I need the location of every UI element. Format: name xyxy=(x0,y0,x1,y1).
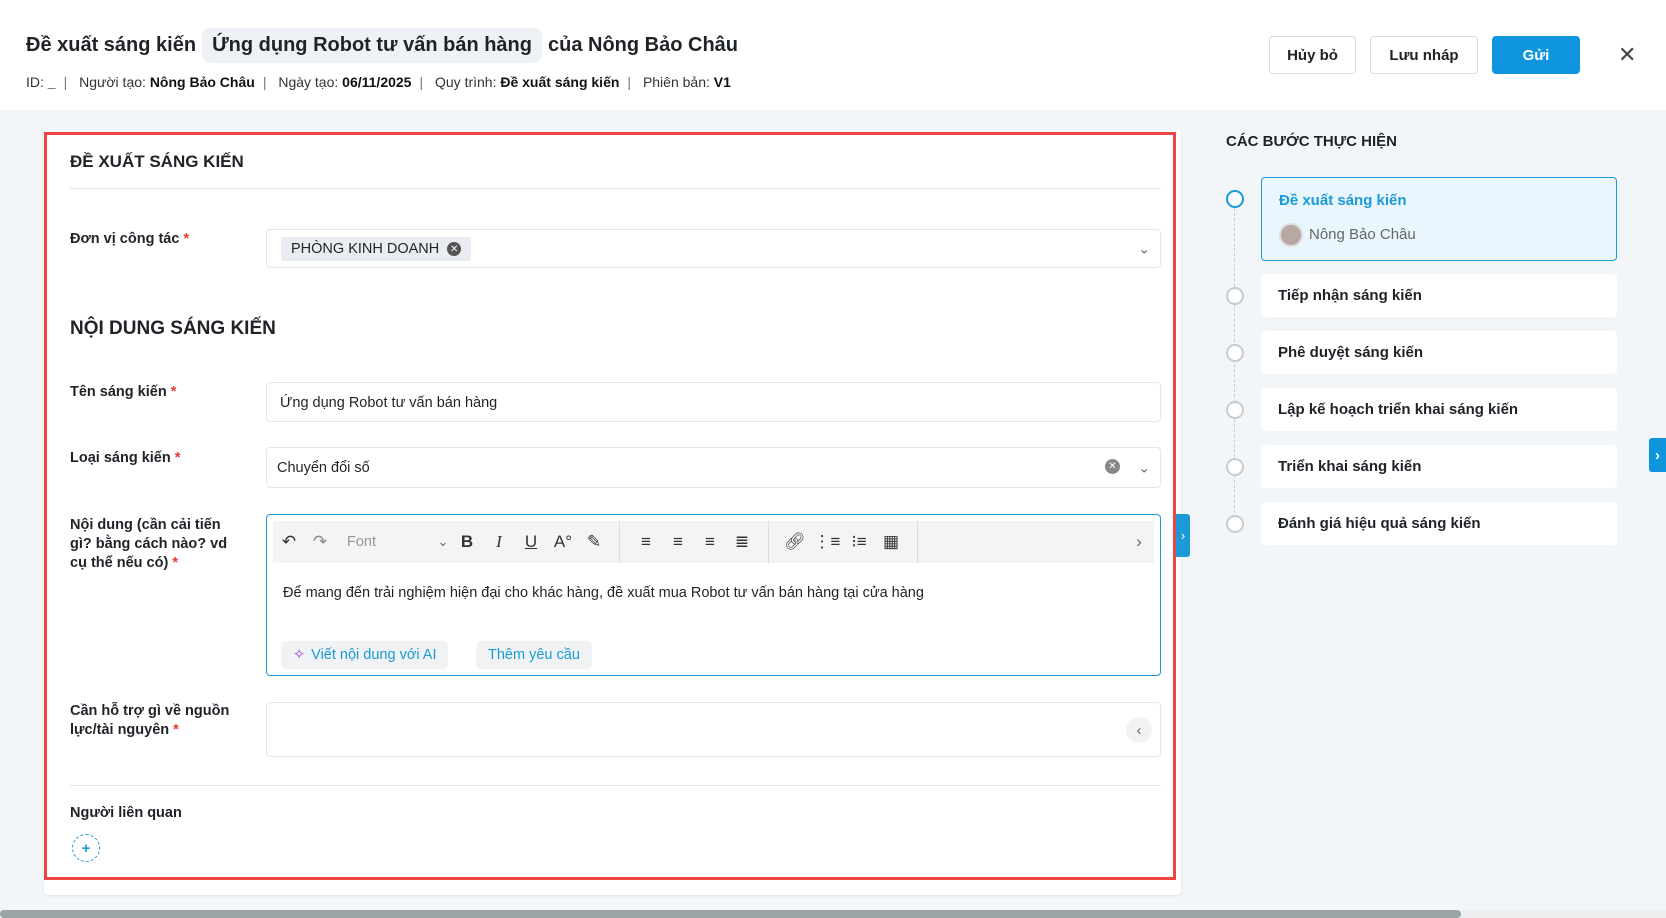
chevron-down-icon[interactable]: ⌄ xyxy=(435,534,451,550)
bold-icon[interactable]: B xyxy=(451,532,483,552)
name-input[interactable]: Ứng dụng Robot tư vấn bán hàng xyxy=(266,382,1161,422)
page-title: Đề xuất sáng kiến Ứng dụng Robot tư vấn … xyxy=(26,28,738,63)
ai-write-button[interactable]: ✧ Viết nội dung với AI xyxy=(281,641,449,669)
related-people-label: Người liên quan xyxy=(70,805,182,821)
content-editor[interactable]: ↶ ↷ Font ⌄ B I U A° ✎ ≡ ≡ ≡ ≣ 🔗︎ ⋮≡ ⁝≡ ▦… xyxy=(266,514,1161,676)
step-circle xyxy=(1226,401,1244,419)
name-label: Tên sáng kiến * xyxy=(70,384,177,400)
bullet-list-icon[interactable]: ⁝≡ xyxy=(843,532,875,552)
remove-tag-icon[interactable]: ✕ xyxy=(447,242,462,256)
undo-icon[interactable]: ↶ xyxy=(273,532,305,552)
title-prefix: Đề xuất sáng kiến xyxy=(26,34,197,56)
unit-tag: PHÒNG KINH DOANH ✕ xyxy=(281,237,472,261)
underline-icon[interactable]: U xyxy=(515,532,547,552)
unit-label: Đơn vị công tác * xyxy=(70,231,190,247)
save-draft-button[interactable]: Lưu nháp xyxy=(1370,36,1478,74)
step-item[interactable]: Tiếp nhận sáng kiến xyxy=(1261,274,1617,317)
resource-editor[interactable]: ‹ xyxy=(266,702,1161,757)
font-size-icon[interactable]: A° xyxy=(547,532,579,552)
initiative-name-chip: Ứng dụng Robot tư vấn bán hàng xyxy=(202,28,542,63)
step-item-active[interactable]: Đề xuất sáng kiến Nông Bảo Châu xyxy=(1261,177,1617,261)
date-label: Ngày tạo: xyxy=(278,74,339,90)
avatar xyxy=(1279,222,1303,247)
expand-panel-button[interactable]: › xyxy=(1649,438,1666,472)
add-request-button[interactable]: Thêm yêu cầu xyxy=(476,641,592,669)
version-value: V1 xyxy=(713,74,731,90)
type-label: Loại sáng kiến * xyxy=(70,450,181,466)
step-circle xyxy=(1226,344,1244,362)
unit-select[interactable]: PHÒNG KINH DOANH ✕ ⌄ xyxy=(266,229,1161,268)
align-left-icon[interactable]: ≡ xyxy=(630,532,662,552)
section-title-proposal: ĐỀ XUẤT SÁNG KIẾN xyxy=(70,152,244,171)
date-value: 06/11/2025 xyxy=(342,74,412,90)
chevron-right-icon[interactable]: › xyxy=(1124,532,1154,552)
editor-toolbar: ↶ ↷ Font ⌄ B I U A° ✎ ≡ ≡ ≡ ≣ 🔗︎ ⋮≡ ⁝≡ ▦… xyxy=(273,521,1154,563)
scrollbar-thumb[interactable] xyxy=(0,910,1461,918)
editor-text[interactable]: Để mang đến trải nghiệm hiện đại cho khá… xyxy=(283,585,924,601)
send-button[interactable]: Gửi xyxy=(1492,36,1580,74)
type-value: Chuyển đổi số xyxy=(277,460,370,476)
chevron-left-icon[interactable]: ‹ xyxy=(1126,717,1152,743)
cancel-button[interactable]: Hủy bỏ xyxy=(1269,36,1356,74)
step-circle xyxy=(1226,515,1244,533)
add-person-button[interactable]: + xyxy=(72,834,100,862)
align-justify-icon[interactable]: ≣ xyxy=(726,532,758,552)
creator-value: Nông Bảo Châu xyxy=(149,74,255,90)
chevron-down-icon: ⌄ xyxy=(1138,240,1150,256)
align-center-icon[interactable]: ≡ xyxy=(662,532,694,552)
step-item[interactable]: Triển khai sáng kiến xyxy=(1261,445,1617,488)
link-icon[interactable]: 🔗︎ xyxy=(779,532,811,552)
horizontal-scrollbar[interactable] xyxy=(0,910,1666,918)
highlight-pen-icon[interactable]: ✎ xyxy=(579,532,609,552)
sparkle-icon: ✧ xyxy=(293,647,306,663)
content-label: Nội dung (cần cải tiến gì? bằng cách nào… xyxy=(70,517,228,571)
title-suffix: của Nông Bảo Châu xyxy=(547,34,738,56)
id-value: _ xyxy=(47,74,56,90)
clear-icon[interactable]: ✕ xyxy=(1105,459,1120,474)
font-select[interactable]: Font xyxy=(335,534,435,550)
step-item[interactable]: Đánh giá hiệu quả sáng kiến xyxy=(1261,502,1617,545)
redo-icon[interactable]: ↷ xyxy=(305,532,335,552)
version-label: Phiên bản: xyxy=(642,74,710,90)
steps-title: CÁC BƯỚC THỰC HIỆN xyxy=(1226,133,1398,150)
step-item[interactable]: Lập kế hoạch triển khai sáng kiến xyxy=(1261,388,1617,431)
ordered-list-icon[interactable]: ⋮≡ xyxy=(811,532,843,552)
process-label: Quy trình: xyxy=(435,74,497,90)
section-title-content: NỘI DUNG SÁNG KIẾN xyxy=(70,318,276,339)
close-icon[interactable]: ✕ xyxy=(1618,42,1636,68)
italic-icon[interactable]: I xyxy=(483,532,515,552)
step-circle-active xyxy=(1226,190,1244,208)
divider xyxy=(70,188,1161,189)
table-icon[interactable]: ▦ xyxy=(875,532,907,552)
resource-label: Cần hỗ trợ gì về nguồn lực/tài nguyên * xyxy=(70,703,230,738)
id-label: ID: xyxy=(26,74,44,90)
align-right-icon[interactable]: ≡ xyxy=(694,532,726,552)
step-item[interactable]: Phê duyệt sáng kiến xyxy=(1261,331,1617,374)
step-circle xyxy=(1226,287,1244,305)
process-value: Đề xuất sáng kiến xyxy=(500,74,620,90)
type-select[interactable]: Chuyển đổi số ✕ ⌄ xyxy=(266,447,1161,488)
step-circle xyxy=(1226,458,1244,476)
divider xyxy=(70,785,1161,786)
timeline-line xyxy=(1234,208,1235,528)
collapse-toggle[interactable]: › xyxy=(1176,514,1190,557)
chevron-down-icon: ⌄ xyxy=(1138,459,1150,475)
creator-label: Người tạo: xyxy=(79,74,146,90)
meta-info: ID: _ | Người tạo: Nông Bảo Châu | Ngày tạ… xyxy=(26,74,731,90)
